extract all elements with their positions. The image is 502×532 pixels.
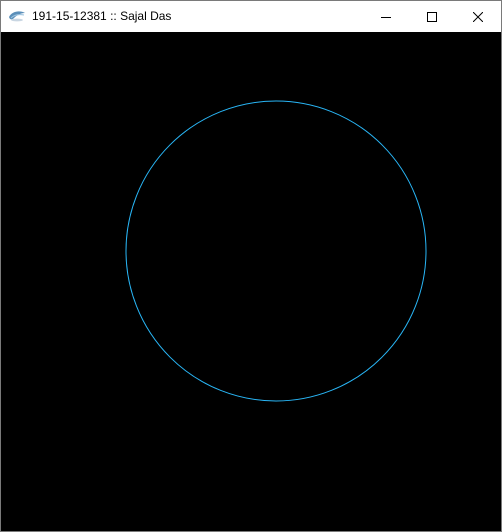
window-title: 191-15-12381 :: Sajal Das [32, 9, 172, 23]
app-window: 191-15-12381 :: Sajal Das [0, 0, 502, 532]
maximize-button[interactable] [409, 1, 455, 32]
minimize-button[interactable] [363, 1, 409, 32]
drawing-canvas[interactable] [1, 32, 501, 531]
title-bar[interactable]: 191-15-12381 :: Sajal Das [1, 1, 501, 32]
maximize-icon [427, 11, 437, 22]
minimize-icon [381, 12, 391, 22]
app-icon[interactable] [8, 9, 26, 23]
close-icon [473, 11, 483, 22]
canvas-background [1, 32, 501, 531]
canvas-drawing [1, 32, 501, 531]
close-button[interactable] [455, 1, 501, 32]
